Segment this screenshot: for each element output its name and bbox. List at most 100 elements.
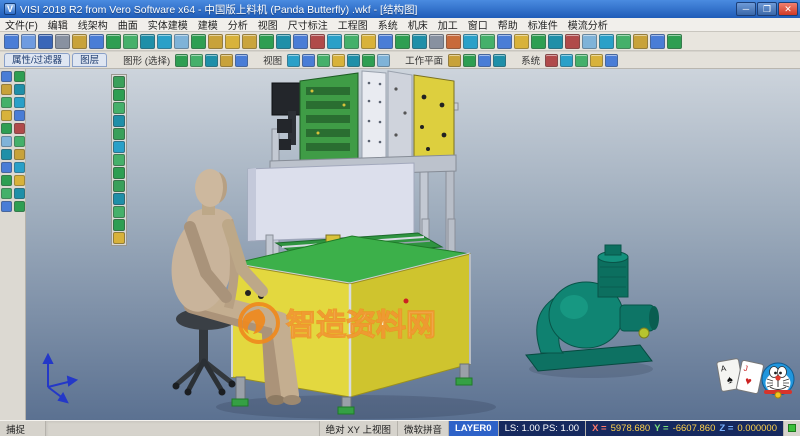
- cad-tool-icon[interactable]: [395, 34, 410, 49]
- menu-item[interactable]: 帮助: [493, 17, 523, 32]
- cad-tool-icon[interactable]: [72, 34, 87, 49]
- cad-tool-icon[interactable]: [317, 54, 330, 67]
- cad-tool-icon[interactable]: [113, 76, 125, 88]
- cad-tool-icon[interactable]: [14, 84, 25, 95]
- cad-tool-icon[interactable]: [14, 71, 25, 82]
- cad-tool-icon[interactable]: [633, 34, 648, 49]
- cad-tool-icon[interactable]: [113, 141, 125, 153]
- cad-tool-icon[interactable]: [514, 34, 529, 49]
- cad-tool-icon[interactable]: [14, 149, 25, 160]
- panel-tab[interactable]: 图层: [72, 53, 107, 67]
- cad-tool-icon[interactable]: [113, 167, 125, 179]
- snap-indicator[interactable]: 捕捉: [0, 421, 46, 436]
- cad-tool-icon[interactable]: [113, 89, 125, 101]
- menu-item[interactable]: 视图: [253, 17, 283, 32]
- cad-tool-icon[interactable]: [361, 34, 376, 49]
- maximize-button[interactable]: ❐: [757, 2, 777, 16]
- menu-item[interactable]: 分析: [223, 17, 253, 32]
- cad-tool-icon[interactable]: [113, 219, 125, 231]
- menu-item[interactable]: 文件(F): [0, 17, 43, 32]
- cad-tool-icon[interactable]: [14, 123, 25, 134]
- cad-tool-icon[interactable]: [1, 175, 12, 186]
- cad-tool-icon[interactable]: [123, 34, 138, 49]
- cad-tool-icon[interactable]: [89, 34, 104, 49]
- cad-tool-icon[interactable]: [220, 54, 233, 67]
- cad-tool-icon[interactable]: [347, 54, 360, 67]
- cad-tool-icon[interactable]: [4, 34, 19, 49]
- cad-tool-icon[interactable]: [225, 34, 240, 49]
- cad-tool-icon[interactable]: [190, 54, 203, 67]
- cad-tool-icon[interactable]: [448, 54, 461, 67]
- minimize-button[interactable]: ─: [736, 2, 756, 16]
- panel-tab[interactable]: 属性/过滤器: [4, 53, 70, 67]
- cad-tool-icon[interactable]: [582, 34, 597, 49]
- menu-item[interactable]: 机床: [403, 17, 433, 32]
- cad-tool-icon[interactable]: [493, 54, 506, 67]
- cad-tool-icon[interactable]: [463, 34, 478, 49]
- cad-tool-icon[interactable]: [106, 34, 121, 49]
- cad-tool-icon[interactable]: [14, 110, 25, 121]
- cad-tool-icon[interactable]: [235, 54, 248, 67]
- cad-tool-icon[interactable]: [1, 123, 12, 134]
- cad-tool-icon[interactable]: [293, 34, 308, 49]
- cad-tool-icon[interactable]: [332, 54, 345, 67]
- cad-tool-icon[interactable]: [113, 102, 125, 114]
- cad-tool-icon[interactable]: [545, 54, 558, 67]
- cad-tool-icon[interactable]: [1, 97, 12, 108]
- cad-tool-icon[interactable]: [191, 34, 206, 49]
- cad-tool-icon[interactable]: [113, 232, 125, 244]
- menu-item[interactable]: 模流分析: [563, 17, 613, 32]
- cad-tool-icon[interactable]: [362, 54, 375, 67]
- menu-item[interactable]: 曲面: [113, 17, 143, 32]
- menu-item[interactable]: 标准件: [523, 17, 563, 32]
- cad-tool-icon[interactable]: [560, 54, 573, 67]
- cad-tool-icon[interactable]: [575, 54, 588, 67]
- cad-tool-icon[interactable]: [478, 54, 491, 67]
- cad-tool-icon[interactable]: [1, 162, 12, 173]
- cad-tool-icon[interactable]: [14, 188, 25, 199]
- cad-tool-icon[interactable]: [259, 34, 274, 49]
- cad-tool-icon[interactable]: [55, 34, 70, 49]
- cad-tool-icon[interactable]: [667, 34, 682, 49]
- menu-item[interactable]: 实体建模: [143, 17, 193, 32]
- cad-tool-icon[interactable]: [113, 128, 125, 140]
- cad-tool-icon[interactable]: [565, 34, 580, 49]
- cad-tool-icon[interactable]: [429, 34, 444, 49]
- cad-tool-icon[interactable]: [1, 84, 12, 95]
- menu-item[interactable]: 尺寸标注: [283, 17, 333, 32]
- menu-item[interactable]: 加工: [433, 17, 463, 32]
- cad-tool-icon[interactable]: [480, 34, 495, 49]
- cad-tool-icon[interactable]: [113, 206, 125, 218]
- cad-tool-icon[interactable]: [14, 201, 25, 212]
- cad-tool-icon[interactable]: [113, 180, 125, 192]
- cad-tool-icon[interactable]: [650, 34, 665, 49]
- cad-tool-icon[interactable]: [310, 34, 325, 49]
- menu-item[interactable]: 建模: [193, 17, 223, 32]
- cad-tool-icon[interactable]: [1, 188, 12, 199]
- cad-tool-icon[interactable]: [302, 54, 315, 67]
- cad-tool-icon[interactable]: [175, 54, 188, 67]
- cad-tool-icon[interactable]: [113, 115, 125, 127]
- cad-tool-icon[interactable]: [276, 34, 291, 49]
- cad-tool-icon[interactable]: [242, 34, 257, 49]
- menu-item[interactable]: 工程图: [333, 17, 373, 32]
- cad-tool-icon[interactable]: [14, 97, 25, 108]
- cad-tool-icon[interactable]: [287, 54, 300, 67]
- cad-tool-icon[interactable]: [446, 34, 461, 49]
- cad-tool-icon[interactable]: [377, 54, 390, 67]
- cad-tool-icon[interactable]: [599, 34, 614, 49]
- cad-tool-icon[interactable]: [14, 162, 25, 173]
- cad-tool-icon[interactable]: [38, 34, 53, 49]
- cad-tool-icon[interactable]: [1, 110, 12, 121]
- cad-tool-icon[interactable]: [208, 34, 223, 49]
- menu-item[interactable]: 编辑: [43, 17, 73, 32]
- cad-tool-icon[interactable]: [113, 193, 125, 205]
- viewport-3d[interactable]: 智造资料网 A ♠ J ♥: [26, 69, 800, 420]
- menu-item[interactable]: 窗口: [463, 17, 493, 32]
- close-button[interactable]: ✕: [778, 2, 798, 16]
- cad-tool-icon[interactable]: [463, 54, 476, 67]
- cad-tool-icon[interactable]: [14, 175, 25, 186]
- cad-tool-icon[interactable]: [1, 201, 12, 212]
- cad-tool-icon[interactable]: [616, 34, 631, 49]
- cad-tool-icon[interactable]: [140, 34, 155, 49]
